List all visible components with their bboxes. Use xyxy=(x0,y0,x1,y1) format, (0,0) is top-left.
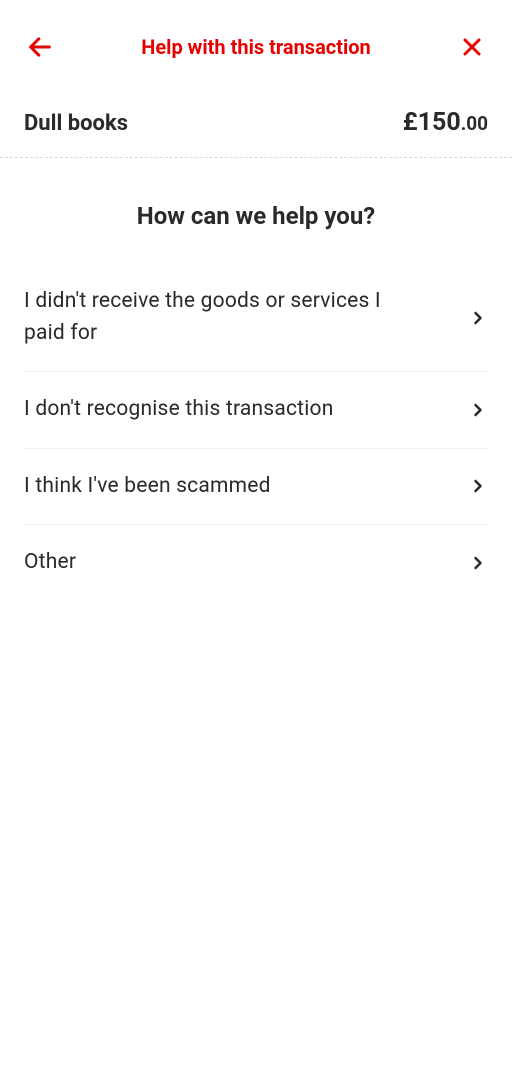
help-options-list: I didn't receive the goods or services I… xyxy=(0,264,512,601)
close-icon xyxy=(460,35,484,59)
option-label: I don't recognise this transaction xyxy=(24,394,334,426)
transaction-amount: £150.00 xyxy=(403,108,488,137)
chevron-right-icon xyxy=(468,308,488,328)
option-label: I think I've been scammed xyxy=(24,471,271,503)
option-dont-recognise[interactable]: I don't recognise this transaction xyxy=(24,372,488,449)
close-button[interactable] xyxy=(456,31,488,63)
chevron-right-icon xyxy=(468,553,488,573)
back-button[interactable] xyxy=(24,31,56,63)
option-label: I didn't receive the goods or services I… xyxy=(24,286,404,349)
chevron-right-icon xyxy=(468,476,488,496)
back-arrow-icon xyxy=(26,33,54,61)
option-other[interactable]: Other xyxy=(24,525,488,601)
option-not-received[interactable]: I didn't receive the goods or services I… xyxy=(24,264,488,372)
page-title: Help with this transaction xyxy=(56,35,456,59)
chevron-right-icon xyxy=(468,400,488,420)
merchant-name: Dull books xyxy=(24,111,128,136)
amount-whole: £150 xyxy=(403,108,461,137)
header: Help with this transaction xyxy=(0,0,512,90)
amount-decimal: .00 xyxy=(461,112,488,135)
transaction-summary: Dull books £150.00 xyxy=(0,90,512,158)
option-scammed[interactable]: I think I've been scammed xyxy=(24,449,488,526)
option-label: Other xyxy=(24,547,76,579)
help-heading: How can we help you? xyxy=(0,158,512,264)
